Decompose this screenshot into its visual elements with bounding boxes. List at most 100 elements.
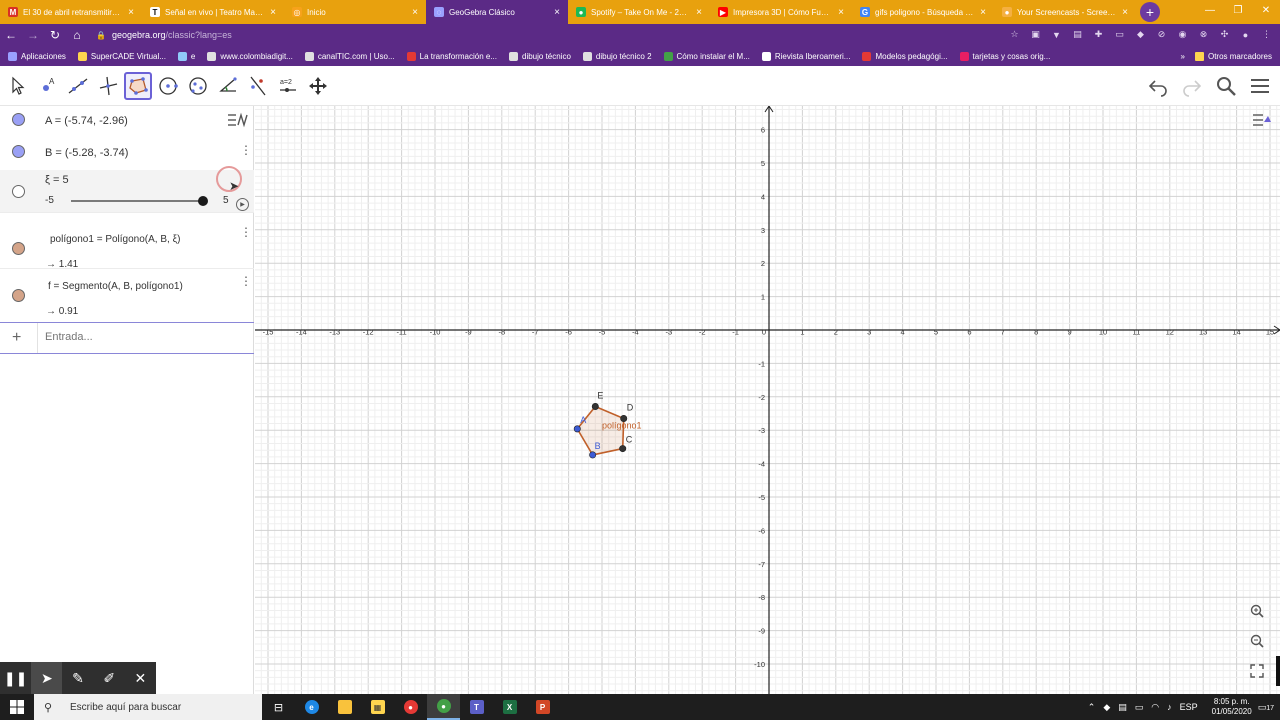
highlighter-icon[interactable]: ✐ bbox=[94, 662, 125, 694]
visibility-toggle-icon[interactable] bbox=[12, 113, 25, 126]
zoom-in-icon[interactable] bbox=[1247, 601, 1267, 621]
bookmark-item[interactable]: dibujo técnico bbox=[509, 51, 571, 61]
close-window-icon[interactable]: ✕ bbox=[1252, 0, 1280, 20]
more-options-icon[interactable]: ⋮ bbox=[240, 275, 252, 287]
redo-icon[interactable] bbox=[1180, 74, 1204, 98]
back-icon[interactable]: ← bbox=[0, 28, 22, 42]
polygon-tool-icon[interactable] bbox=[124, 72, 152, 100]
dropbox-icon[interactable]: ◆ bbox=[1103, 702, 1110, 713]
close-tab-icon[interactable]: × bbox=[410, 7, 420, 18]
more-options-icon[interactable]: ⋮ bbox=[240, 144, 252, 156]
network-icon[interactable]: ▤ bbox=[1118, 702, 1127, 713]
edge-icon[interactable]: e bbox=[295, 694, 328, 720]
close-tab-icon[interactable]: × bbox=[836, 7, 846, 18]
extension-icon[interactable]: ▣ bbox=[1028, 26, 1043, 43]
circle-tool-icon[interactable] bbox=[154, 72, 182, 100]
point-tool-icon[interactable]: A bbox=[34, 72, 62, 100]
chevron-right-icon[interactable]: » bbox=[1181, 52, 1185, 61]
visibility-toggle-icon[interactable] bbox=[12, 145, 25, 158]
file-explorer-icon[interactable] bbox=[328, 694, 361, 720]
star-icon[interactable]: ☆ bbox=[1007, 26, 1022, 43]
browser-tab[interactable]: ▶ Impresora 3D | Cómo Funciona × bbox=[710, 0, 852, 24]
taskbar-search[interactable]: ⚲ Escribe aquí para buscar bbox=[34, 694, 262, 720]
bookmark-item[interactable]: SuperCADE Virtual... bbox=[77, 51, 166, 61]
extension-icon[interactable]: ◉ bbox=[1175, 26, 1190, 43]
reload-icon[interactable]: ↻ bbox=[44, 28, 66, 42]
chrome-icon[interactable]: ● bbox=[394, 694, 427, 720]
url-field[interactable]: 🔒 geogebra.org /classic?lang=es bbox=[96, 30, 232, 40]
plus-icon[interactable]: + bbox=[12, 329, 21, 347]
main-menu-icon[interactable] bbox=[1248, 74, 1272, 98]
algebra-item-segment[interactable]: f = Segmento(A, B, polígono1) → 0.91 ⋮ bbox=[0, 268, 254, 322]
task-view-icon[interactable]: ⊟ bbox=[262, 694, 295, 720]
point-c[interactable] bbox=[619, 445, 627, 453]
fullscreen-icon[interactable] bbox=[1247, 661, 1267, 681]
scrollbar[interactable] bbox=[1276, 656, 1280, 686]
bookmark-item[interactable]: dibujo técnico 2 bbox=[582, 51, 652, 61]
graphics-view[interactable]: -15 -14 -13 -12 -11 -10 -9 -8 -7 -6 -5 -4 -3 -2 -1 0 1 2 3… bbox=[255, 106, 1280, 694]
browser-tab[interactable]: M El 30 de abril retransmitirem × bbox=[0, 0, 142, 24]
close-tab-icon[interactable]: × bbox=[268, 7, 278, 18]
other-bookmarks[interactable]: » Otros marcadores bbox=[1181, 46, 1272, 66]
volume-icon[interactable]: ♪ bbox=[1167, 702, 1172, 712]
bookmark-item[interactable]: e bbox=[177, 51, 195, 61]
teams-icon[interactable]: T bbox=[460, 694, 493, 720]
extension-icon[interactable]: ⊗ bbox=[1196, 26, 1211, 43]
bookmark-item[interactable]: Rievista Iberoameri... bbox=[761, 51, 850, 61]
algebra-item-b[interactable]: B = (-5.28, -3.74) ⋮ bbox=[0, 138, 254, 170]
algebra-item-a[interactable]: A = (-5.74, -2.96) bbox=[0, 106, 254, 138]
menu-icon[interactable]: ⋮ bbox=[1259, 26, 1274, 43]
visibility-toggle-icon[interactable] bbox=[12, 185, 25, 198]
extension-icon[interactable]: ▭ bbox=[1112, 26, 1127, 43]
slider-expression[interactable]: ξ = 5 bbox=[45, 174, 69, 186]
angle-tool-icon[interactable] bbox=[214, 72, 242, 100]
pen-icon[interactable]: ✎ bbox=[62, 662, 93, 694]
browser-tab[interactable]: Ggifs poligono - Búsqueda de × bbox=[852, 0, 994, 24]
point-e[interactable] bbox=[591, 402, 599, 410]
extension-icon[interactable]: ◆ bbox=[1133, 26, 1148, 43]
minimize-icon[interactable]: — bbox=[1196, 0, 1224, 20]
chevron-up-icon[interactable]: ⌃ bbox=[1088, 702, 1096, 713]
visibility-toggle-icon[interactable] bbox=[12, 289, 25, 302]
notification-icon[interactable]: ▭17 bbox=[1258, 702, 1274, 713]
store-icon[interactable]: ▦ bbox=[361, 694, 394, 720]
restore-icon[interactable]: ❐ bbox=[1224, 0, 1252, 20]
language-indicator[interactable]: ESP bbox=[1180, 702, 1198, 712]
browser-tab[interactable]: T Señal en vivo | Teatro Mayor × bbox=[142, 0, 284, 24]
bookmark-item[interactable]: La transformación e... bbox=[406, 51, 497, 61]
slider-handle[interactable] bbox=[198, 196, 208, 206]
slider-track[interactable] bbox=[71, 200, 203, 202]
excel-icon[interactable]: X bbox=[493, 694, 526, 720]
line-tool-icon[interactable] bbox=[64, 72, 92, 100]
browser-tab[interactable]: ◎ Inicio × bbox=[284, 0, 426, 24]
close-tab-icon[interactable]: × bbox=[1120, 7, 1130, 18]
ellipse-tool-icon[interactable] bbox=[184, 72, 212, 100]
close-icon[interactable]: ✕ bbox=[125, 662, 156, 694]
play-icon[interactable]: ▶ bbox=[236, 198, 249, 211]
move-graphics-tool-icon[interactable] bbox=[304, 72, 332, 100]
extension-icon[interactable]: ⊘ bbox=[1154, 26, 1169, 43]
forward-icon[interactable]: → bbox=[22, 28, 44, 42]
bookmark-item[interactable]: Cómo instalar el M... bbox=[663, 51, 750, 61]
profile-avatar[interactable]: ● bbox=[1238, 26, 1253, 43]
zoom-out-icon[interactable] bbox=[1247, 631, 1267, 651]
puzzle-icon[interactable]: ✣ bbox=[1217, 26, 1232, 43]
visibility-toggle-icon[interactable] bbox=[12, 242, 25, 255]
battery-icon[interactable]: ▭ bbox=[1135, 702, 1144, 713]
point-b[interactable] bbox=[589, 451, 597, 459]
home-icon[interactable]: ⌂ bbox=[66, 28, 88, 42]
wifi-icon[interactable]: ◠ bbox=[1151, 702, 1159, 713]
slider-tool-icon[interactable]: a=2 bbox=[274, 72, 302, 100]
extension-icon[interactable]: ▤ bbox=[1070, 26, 1085, 43]
browser-tab[interactable]: ◌ GeoGebra Clásico × bbox=[426, 0, 568, 24]
perpendicular-tool-icon[interactable] bbox=[94, 72, 122, 100]
algebra-expression[interactable]: f = Segmento(A, B, polígono1) bbox=[48, 281, 183, 292]
pointer-icon[interactable]: ➤ bbox=[31, 662, 63, 694]
powerpoint-icon[interactable]: P bbox=[526, 694, 559, 720]
browser-tab[interactable]: ● Spotify – Take On Me - 2015 × bbox=[568, 0, 710, 24]
extension-icon[interactable]: ✚ bbox=[1091, 26, 1106, 43]
reflect-tool-icon[interactable] bbox=[244, 72, 272, 100]
new-tab-button[interactable]: + bbox=[1140, 2, 1160, 22]
browser-tab[interactable]: ● Your Screencasts - Screencast × bbox=[994, 0, 1136, 24]
algebra-expression[interactable]: A = (-5.74, -2.96) bbox=[45, 115, 128, 127]
